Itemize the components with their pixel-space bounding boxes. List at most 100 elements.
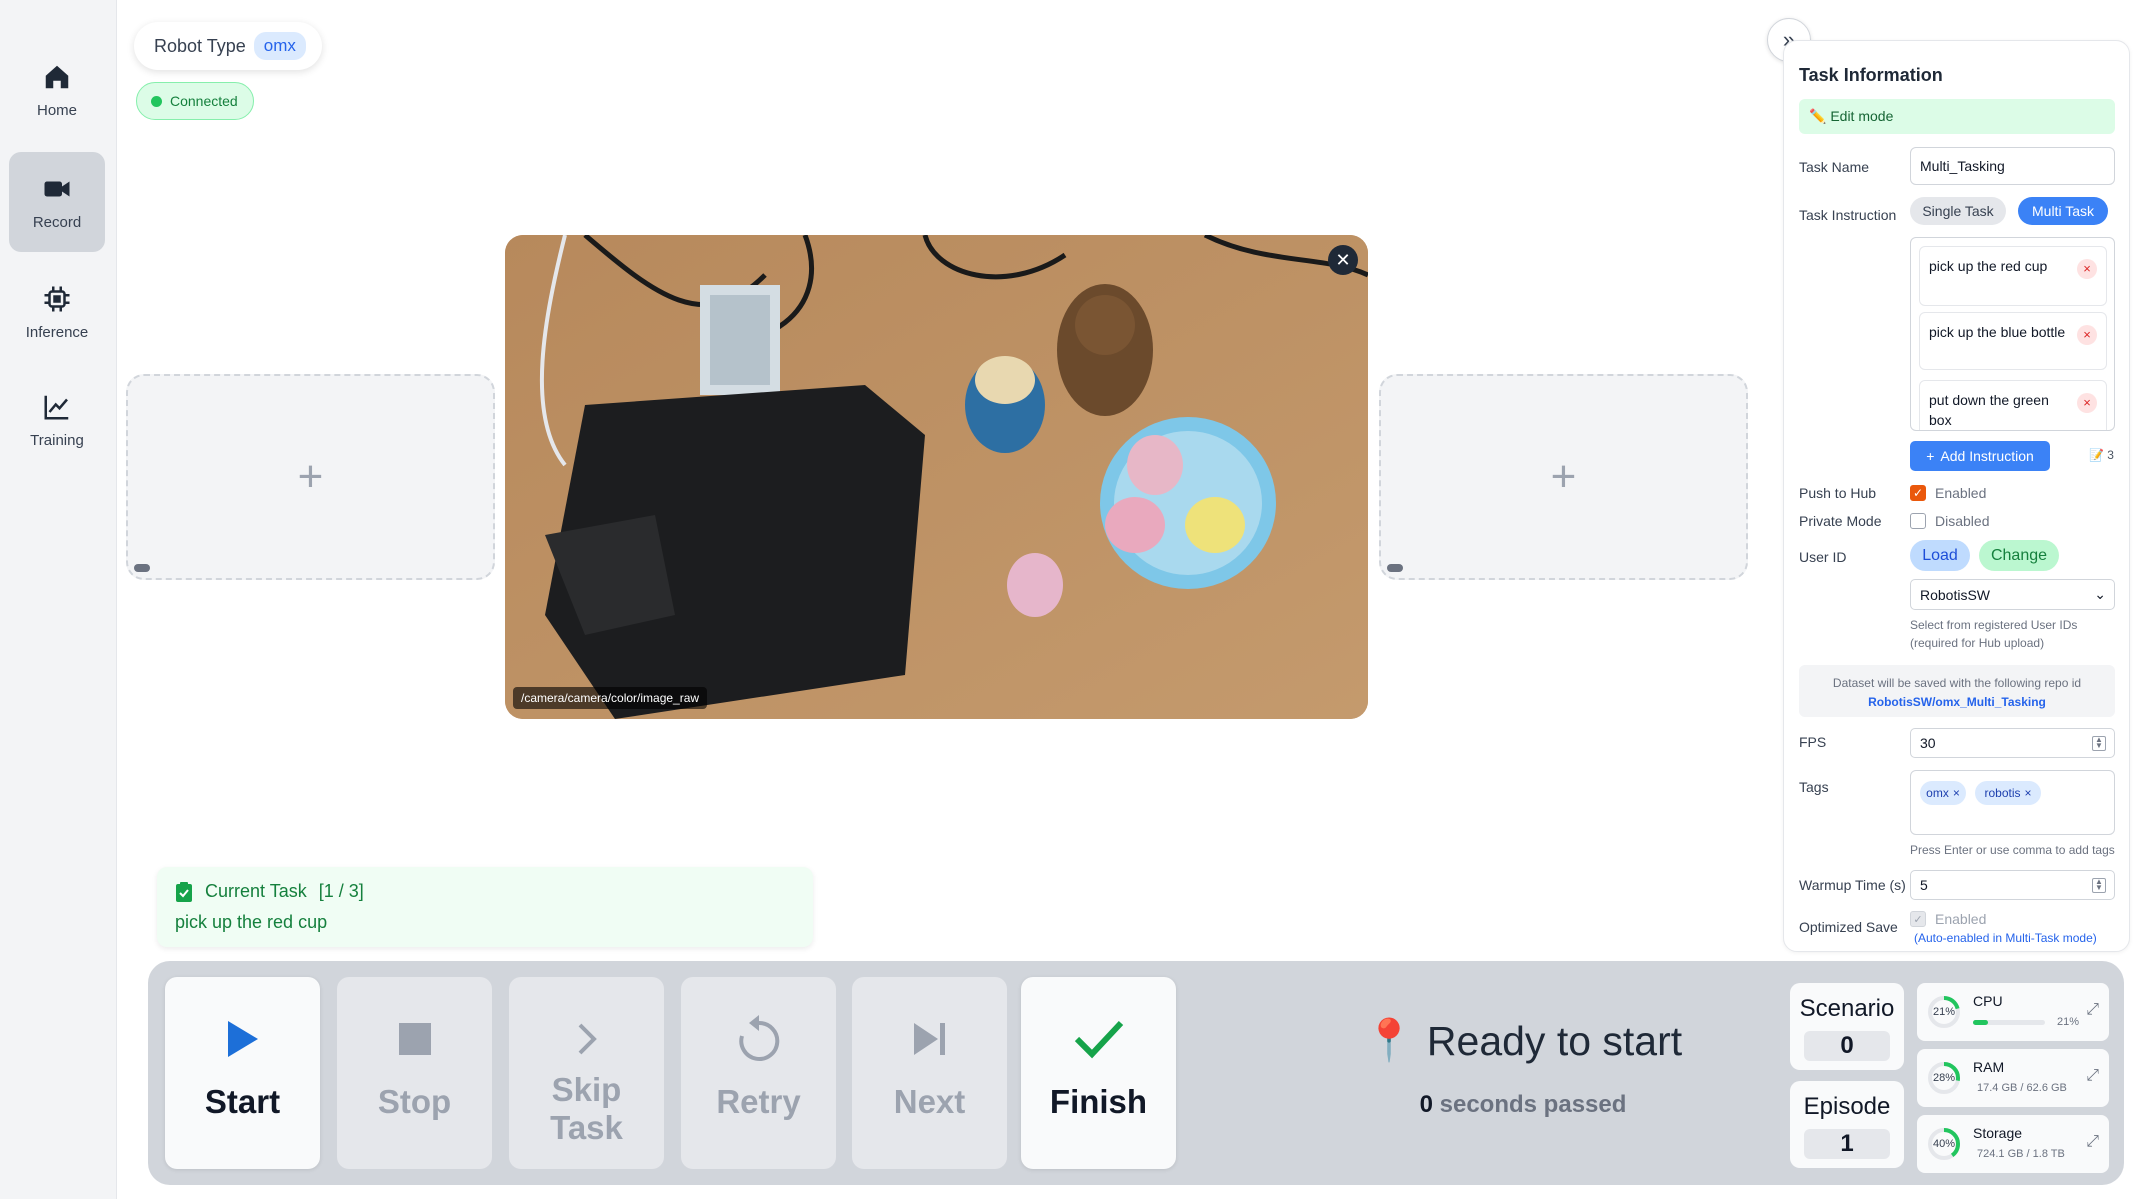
start-button[interactable]: Start (165, 977, 320, 1169)
skip-task-label: Skip Task (550, 1071, 623, 1147)
expand-icon[interactable]: ⤢ (2086, 1133, 2099, 1151)
user-id-label: User ID (1799, 549, 1847, 565)
remove-tag-icon[interactable]: × (1953, 786, 1960, 800)
add-instruction-button[interactable]: + Add Instruction (1910, 441, 2050, 471)
fps-input[interactable]: 30 ▲ ▼ (1910, 728, 2115, 758)
chevron-down-icon: ⌄ (2094, 586, 2106, 602)
elapsed-time: 0 seconds passed (1273, 1091, 1773, 1119)
task-instruction-label: Task Instruction (1799, 207, 1897, 223)
retry-label: Retry (716, 1083, 801, 1120)
stop-icon (398, 1023, 431, 1055)
storage-detail: 724.1 GB / 1.8 TB (1977, 1148, 2065, 1160)
close-camera-button[interactable]: ✕ (1328, 245, 1358, 275)
next-button[interactable]: Next (852, 977, 1007, 1169)
instruction-list: pick up the red cup × pick up the blue b… (1910, 237, 2115, 431)
sidebar-item-record[interactable]: Record (9, 152, 105, 252)
finish-label: Finish (1049, 1083, 1148, 1120)
multi-task-toggle[interactable]: Multi Task (2018, 197, 2108, 225)
add-instruction-label: Add Instruction (1940, 448, 2034, 464)
remove-instruction-icon[interactable]: × (2077, 393, 2097, 413)
sidebar-item-home[interactable]: Home (9, 40, 105, 140)
private-mode-checkbox[interactable] (1910, 513, 1926, 529)
ram-detail: 17.4 GB / 62.6 GB (1977, 1082, 2067, 1094)
stop-button[interactable]: Stop (337, 977, 492, 1169)
add-camera-right[interactable]: + (1379, 374, 1748, 580)
resize-handle[interactable] (1387, 564, 1403, 572)
scenario-label: Scenario (1799, 995, 1895, 1022)
check-icon (1074, 1020, 1123, 1059)
cpu-bar-fill (1973, 1020, 1989, 1025)
status-dot-icon (151, 95, 162, 107)
optimized-save-checkbox: ✓ (1910, 911, 1926, 927)
user-id-help: Select from registered User IDs (require… (1910, 616, 2077, 652)
elapsed-seconds-value: 0 (1419, 1091, 1433, 1118)
expand-icon[interactable]: ⤢ (2086, 1001, 2099, 1019)
connection-status-text: Connected (170, 93, 238, 109)
user-id-select[interactable]: RobotisSW ⌄ (1910, 579, 2115, 610)
start-label: Start (204, 1083, 281, 1120)
sidebar-item-label: Home (36, 101, 77, 119)
instruction-item[interactable]: pick up the red cup × (1919, 246, 2107, 306)
sidebar-item-label: Record (32, 213, 82, 231)
storage-label: Storage (1973, 1125, 2023, 1141)
task-name-input[interactable]: Multi_Tasking (1910, 147, 2115, 185)
chart-line-icon (44, 395, 69, 419)
ram-percent: 28% (1932, 1072, 1956, 1084)
single-task-toggle[interactable]: Single Task (1910, 197, 2006, 225)
change-button[interactable]: Change (1979, 540, 2059, 571)
repo-id: RobotisSW/omx_Multi_Tasking (1868, 695, 2046, 709)
current-task-text: pick up the red cup (175, 912, 328, 932)
current-task-card: Current Task [1 / 3] pick up the red cup (157, 867, 813, 947)
expand-icon[interactable]: ⤢ (2086, 1067, 2099, 1085)
private-mode-value: Disabled (1935, 513, 1990, 529)
instruction-item[interactable]: pick up the blue bottle × (1919, 312, 2107, 370)
fps-label: FPS (1799, 734, 1827, 750)
remove-instruction-icon[interactable]: × (2077, 325, 2097, 345)
spinner-icon[interactable]: ▲ ▼ (2092, 736, 2106, 751)
plus-icon: + (1550, 452, 1577, 501)
remove-tag-icon[interactable]: × (2025, 786, 2032, 800)
status-text: Ready to start (1426, 1017, 1683, 1064)
repo-info: Dataset will be saved with the following… (1799, 665, 2115, 717)
load-button[interactable]: Load (1910, 540, 1970, 571)
robot-type-badge: Robot Type omx (134, 22, 322, 70)
sidebar-item-label: Inference (25, 323, 89, 341)
task-info-panel: Task Information ✏️ Edit mode Task Name … (1783, 40, 2130, 952)
tag-chip: omx × (1920, 781, 1966, 805)
retry-button[interactable]: Retry (681, 977, 836, 1169)
skip-task-button[interactable]: Skip Task (509, 977, 664, 1169)
finish-button[interactable]: Finish (1021, 977, 1176, 1169)
scenario-value: 0 (1804, 1031, 1890, 1061)
push-to-hub-checkbox[interactable]: ✓ (1910, 485, 1926, 501)
spinner-icon[interactable]: ▲ ▼ (2092, 878, 2106, 893)
instruction-count: 📝 3 (2089, 448, 2114, 462)
sidebar-item-inference[interactable]: Inference (9, 262, 105, 362)
ram-card: 28% RAM 17.4 GB / 62.6 GB ⤢ (1917, 1049, 2109, 1107)
skip-next-icon (913, 1023, 945, 1055)
repo-note: Dataset will be saved with the following… (1832, 676, 2082, 690)
remove-instruction-icon[interactable]: × (2077, 259, 2097, 279)
cpu-percent: 21% (1932, 1006, 1956, 1018)
resize-handle[interactable] (134, 564, 150, 572)
tag-text: omx (1926, 786, 1949, 800)
pin-icon: 📍 (1363, 1017, 1415, 1063)
plus-icon: + (1926, 448, 1935, 464)
current-task-label: Current Task (205, 881, 307, 901)
instruction-item[interactable]: put down the green box × (1919, 380, 2107, 430)
tags-help: Press Enter or use comma to add tags (1910, 843, 2115, 857)
tag-text: robotis (1984, 786, 2021, 800)
tags-input[interactable]: omx × robotis × (1910, 770, 2115, 835)
warmup-input[interactable]: 5 ▲ ▼ (1910, 870, 2115, 900)
optimized-save-label: Optimized Save (1799, 919, 1898, 935)
episode-value: 1 (1804, 1129, 1890, 1159)
connection-status-badge: Connected (136, 82, 254, 120)
add-camera-left[interactable]: + (126, 374, 495, 580)
robot-type-label: Robot Type (154, 35, 246, 56)
chip-icon (44, 286, 70, 311)
camera-feed: ✕ /camera/camera/color/image_raw (505, 235, 1368, 719)
episode-label: Episode (1803, 1093, 1891, 1120)
sidebar-item-training[interactable]: Training (9, 370, 105, 470)
panel-title: Task Information (1799, 65, 1943, 85)
storage-percent: 40% (1932, 1138, 1956, 1150)
scenario-counter: Scenario 0 (1790, 983, 1904, 1070)
